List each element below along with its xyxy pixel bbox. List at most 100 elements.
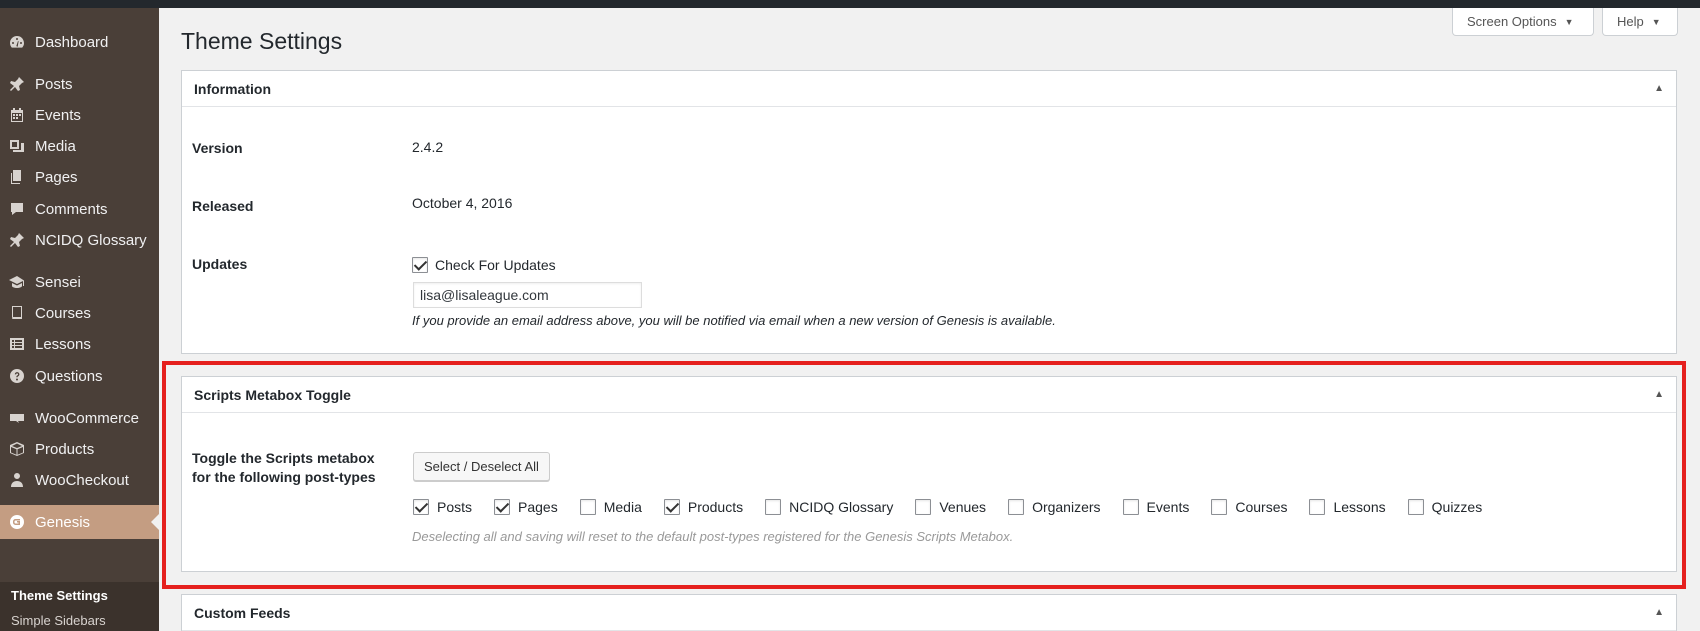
box-icon (8, 440, 26, 458)
checkbox-label: Organizers (1032, 499, 1101, 515)
post-type-pages[interactable]: Pages (494, 499, 558, 515)
genesis-submenu: Theme Settings Simple Sidebars (0, 582, 159, 631)
book-icon (8, 304, 26, 322)
sidebar-item-label: Sensei (35, 273, 81, 291)
help-button[interactable]: Help ▼ (1602, 8, 1678, 36)
metabox-title: Information (194, 80, 271, 97)
scripts-metabox-toggle: Scripts Metabox Toggle ▲ Toggle the Scri… (181, 376, 1677, 572)
sidebar-item-label: NCIDQ Glossary (35, 231, 147, 249)
sidebar-item-dashboard[interactable]: Dashboard (0, 25, 159, 59)
sidebar-item-lessons[interactable]: Lessons (0, 327, 159, 361)
submenu-item-theme-settings[interactable]: Theme Settings (11, 588, 108, 603)
sidebar-item-label: Comments (35, 200, 108, 218)
post-type-posts[interactable]: Posts (413, 499, 472, 515)
checkbox[interactable] (413, 499, 429, 515)
checkbox[interactable] (765, 499, 782, 515)
checkbox-label: Products (687, 499, 744, 515)
post-type-events[interactable]: Events (1122, 499, 1189, 515)
sidebar-item-label: Events (35, 106, 81, 124)
checkbox[interactable] (1008, 499, 1025, 515)
sidebar-item-products[interactable]: Products (0, 432, 159, 466)
post-type-organizers[interactable]: Organizers (1008, 499, 1101, 515)
post-type-ncidq-glossary[interactable]: NCIDQ Glossary (765, 499, 893, 515)
pin-icon (8, 75, 26, 93)
checkbox-label: Lessons (1333, 499, 1386, 515)
sidebar-item-sensei[interactable]: Sensei (0, 265, 159, 299)
checkbox[interactable] (579, 499, 596, 515)
select-deselect-all-button[interactable]: Select / Deselect All (413, 452, 550, 481)
collapse-toggle-icon[interactable]: ▲ (1654, 83, 1664, 94)
sidebar-item-questions[interactable]: Questions (0, 359, 159, 393)
help-label: Help (1617, 14, 1644, 29)
checkbox-label: Posts (437, 499, 473, 515)
sidebar-item-media[interactable]: Media (0, 129, 159, 163)
collapse-toggle-icon[interactable]: ▲ (1654, 607, 1664, 618)
comment-icon (8, 200, 26, 218)
metabox-header[interactable]: Scripts Metabox Toggle ▲ (182, 377, 1676, 413)
sidebar-item-pages[interactable]: Pages (0, 160, 159, 194)
post-types-checkbox-row: Posts Pages Media Products NCIDQ Glossar… (413, 497, 1504, 517)
sidebar-item-courses[interactable]: Courses (0, 296, 159, 330)
post-type-quizzes[interactable]: Quizzes (1407, 499, 1483, 515)
sidebar-item-ncidq-glossary[interactable]: NCIDQ Glossary (0, 223, 159, 257)
post-type-products[interactable]: Products (663, 499, 744, 515)
metabox-header[interactable]: Information ▲ (182, 71, 1676, 107)
dropdown-arrow-icon: ▼ (1564, 16, 1574, 27)
sidebar-item-comments[interactable]: Comments (0, 192, 159, 226)
woo-icon (8, 409, 26, 427)
checkbox[interactable] (915, 499, 932, 515)
metabox-header[interactable]: Custom Feeds ▲ (182, 595, 1676, 631)
page-title: Theme Settings (181, 28, 343, 54)
calendar-icon (8, 106, 26, 124)
media-icon (8, 137, 26, 155)
sidebar-item-woocheckout[interactable]: WooCheckout (0, 463, 159, 497)
list-icon (8, 335, 26, 353)
sidebar-item-label: Dashboard (35, 33, 109, 51)
collapse-toggle-icon[interactable]: ▲ (1654, 389, 1664, 400)
sidebar-item-woocommerce[interactable]: WooCommerce (0, 401, 159, 435)
checkbox[interactable] (1211, 499, 1228, 515)
checkbox-label: Quizzes (1431, 499, 1483, 515)
checkbox[interactable] (1122, 499, 1139, 515)
checkbox-label: Media (603, 499, 642, 515)
scripts-description: Deselecting all and saving will reset to… (412, 529, 1014, 544)
graduation-cap-icon (8, 273, 26, 291)
sidebar-item-label: Pages (35, 168, 78, 186)
released-label: Released (192, 198, 254, 214)
dashboard-icon (8, 33, 26, 51)
pages-icon (8, 168, 26, 186)
checkbox[interactable] (1407, 499, 1424, 515)
sidebar-item-genesis[interactable]: Genesis (0, 505, 159, 539)
updates-label: Updates (192, 256, 248, 272)
version-label: Version (192, 140, 243, 156)
scripts-toggle-label-line2: for the following post-types (192, 469, 376, 485)
checkbox-label: Venues (939, 499, 987, 515)
check-updates-checkbox[interactable] (412, 257, 428, 273)
checkbox[interactable] (494, 499, 511, 515)
post-type-courses[interactable]: Courses (1211, 499, 1287, 515)
post-type-media[interactable]: Media (579, 499, 642, 515)
sidebar-item-label: Lessons (35, 335, 91, 353)
sidebar-item-label: Media (35, 137, 76, 155)
sidebar-item-label: Posts (35, 75, 73, 93)
checkbox-label: NCIDQ Glossary (789, 499, 894, 515)
update-email-input[interactable] (413, 282, 642, 308)
checkbox[interactable] (1309, 499, 1326, 515)
sidebar-item-label: WooCommerce (35, 409, 139, 427)
information-metabox: Information ▲ Version 2.4.2 Released Oct… (181, 70, 1677, 354)
check-updates-row: Check For Updates (412, 257, 556, 273)
screen-options-button[interactable]: Screen Options ▼ (1452, 8, 1594, 36)
sidebar-item-posts[interactable]: Posts (0, 67, 159, 101)
person-icon (8, 471, 26, 489)
post-type-lessons[interactable]: Lessons (1309, 499, 1386, 515)
metabox-title: Custom Feeds (194, 604, 291, 621)
admin-sidebar: Dashboard Posts Events Media Pages Comme… (0, 8, 159, 631)
sidebar-item-label: WooCheckout (35, 471, 129, 489)
post-type-venues[interactable]: Venues (915, 499, 986, 515)
checkbox[interactable] (663, 499, 680, 515)
screen-options-label: Screen Options (1467, 14, 1557, 29)
sidebar-item-events[interactable]: Events (0, 98, 159, 132)
submenu-item-simple-sidebars[interactable]: Simple Sidebars (11, 613, 106, 628)
check-updates-label: Check For Updates (435, 257, 556, 273)
pin-icon (8, 231, 26, 249)
